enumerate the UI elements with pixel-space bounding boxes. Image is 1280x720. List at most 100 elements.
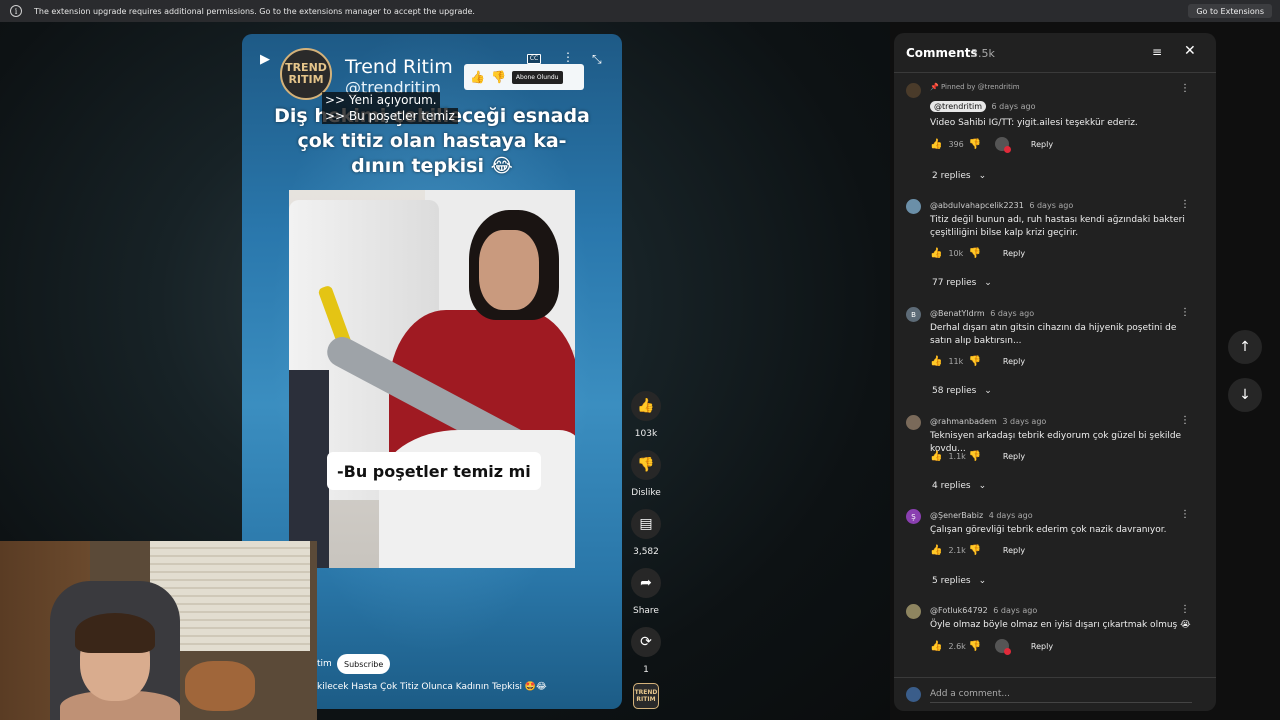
next-short-button[interactable]: ↓ bbox=[1228, 378, 1262, 412]
replies-toggle[interactable]: 4 replies ⌄ bbox=[932, 481, 986, 491]
reply-button[interactable]: Reply bbox=[1003, 546, 1025, 555]
thumb-down-icon[interactable]: 👎 bbox=[631, 450, 661, 480]
comments-scrollbar[interactable] bbox=[1206, 75, 1212, 675]
reply-button[interactable]: Reply bbox=[1003, 249, 1025, 258]
pinned-text: Pinned by @trendritim bbox=[940, 83, 1020, 91]
reply-button[interactable]: Reply bbox=[1031, 642, 1053, 651]
like-icon[interactable]: 👍 bbox=[930, 641, 942, 652]
share-action[interactable]: ➦ Share bbox=[630, 568, 662, 616]
comment-author[interactable]: @abdulvahapcelik2231 bbox=[930, 201, 1024, 210]
comment-time[interactable]: 6 days ago bbox=[1029, 201, 1073, 210]
remix-icon[interactable]: ⟳ bbox=[631, 627, 661, 657]
close-icon[interactable]: ✕ bbox=[1184, 43, 1196, 59]
channel-name[interactable]: tim bbox=[317, 659, 332, 669]
comment-time[interactable]: 3 days ago bbox=[1002, 417, 1046, 426]
avatar[interactable] bbox=[906, 415, 921, 430]
reply-button[interactable]: Reply bbox=[1031, 140, 1053, 149]
comment-author[interactable]: @Fotluk64792 bbox=[930, 606, 988, 615]
more-options-icon[interactable]: ⋮ bbox=[562, 50, 574, 64]
replies-count[interactable]: 5 replies bbox=[932, 576, 971, 586]
go-to-extensions-button[interactable]: Go to Extensions bbox=[1188, 4, 1272, 18]
webcam-overlay bbox=[0, 541, 317, 720]
chevron-down-icon[interactable]: ⌄ bbox=[984, 386, 992, 396]
comment-author[interactable]: @trendritim bbox=[930, 101, 986, 112]
dislike-icon[interactable]: 👎 bbox=[968, 139, 980, 150]
dislike-action[interactable]: 👎 Dislike bbox=[630, 450, 662, 498]
comment-meta: @rahmanbadem 3 days ago bbox=[930, 417, 1046, 426]
dislike-icon[interactable]: 👎 bbox=[968, 248, 980, 259]
like-icon[interactable]: 👍 bbox=[930, 451, 942, 462]
dislike-icon[interactable]: 👎 bbox=[968, 356, 980, 367]
captions-button[interactable]: CC bbox=[527, 54, 541, 64]
dislike-icon[interactable]: 👎 bbox=[968, 451, 980, 462]
like-count: 2.6k bbox=[948, 641, 966, 651]
comment-author[interactable]: @rahmanbadem bbox=[930, 417, 997, 426]
video-frame-image bbox=[289, 190, 575, 568]
comment-meta: @trendritim 6 days ago bbox=[930, 101, 1035, 112]
comment-text: Titiz değil bunun adı, ruh hastası kendi… bbox=[930, 215, 1185, 238]
like-action[interactable]: 👍 103k bbox=[630, 391, 662, 439]
avatar[interactable] bbox=[906, 199, 921, 214]
previous-short-button[interactable]: ↑ bbox=[1228, 330, 1262, 364]
comment-time[interactable]: 4 days ago bbox=[989, 511, 1033, 520]
comment-icon[interactable]: ▤ bbox=[631, 509, 661, 539]
comment-menu-icon[interactable]: ⋮ bbox=[1180, 604, 1190, 615]
add-comment-input[interactable]: Add a comment... bbox=[930, 689, 1192, 703]
comment-menu-icon[interactable]: ⋮ bbox=[1180, 307, 1190, 318]
comment-time[interactable]: 6 days ago bbox=[993, 606, 1037, 615]
avatar[interactable]: Ş bbox=[906, 509, 921, 524]
like-icon[interactable]: 👍 bbox=[930, 139, 942, 150]
chevron-down-icon[interactable]: ⌄ bbox=[979, 576, 987, 586]
reply-button[interactable]: Reply bbox=[1003, 452, 1025, 461]
dislike-icon[interactable]: 👎 bbox=[968, 641, 980, 652]
comment-menu-icon[interactable]: ⋮ bbox=[1180, 83, 1190, 94]
cam-guitar bbox=[185, 661, 255, 711]
comment-actions: 👍 2.6k 👎 Reply bbox=[930, 639, 1053, 655]
replies-toggle[interactable]: 5 replies ⌄ bbox=[932, 576, 986, 586]
like-count: 1.1k bbox=[948, 451, 966, 461]
like-icon[interactable]: 👍 bbox=[930, 356, 942, 367]
replies-count[interactable]: 2 replies bbox=[932, 171, 971, 181]
replies-count[interactable]: 58 replies bbox=[932, 386, 976, 396]
arrow-up-icon: ↑ bbox=[1239, 339, 1251, 355]
comment-author[interactable]: @BenatYldrm bbox=[930, 309, 985, 318]
share-icon[interactable]: ➦ bbox=[631, 568, 661, 598]
comments-action[interactable]: ▤ 3,582 bbox=[630, 509, 662, 557]
comment-menu-icon[interactable]: ⋮ bbox=[1180, 415, 1190, 426]
reply-button[interactable]: Reply bbox=[1003, 357, 1025, 366]
replies-count[interactable]: 4 replies bbox=[932, 481, 971, 491]
thumb-up-icon[interactable]: 👍 bbox=[631, 391, 661, 421]
comments-header: Comments 3.5k ≡ ✕ bbox=[894, 33, 1216, 73]
chevron-down-icon[interactable]: ⌄ bbox=[979, 481, 987, 491]
chevron-down-icon[interactable]: ⌄ bbox=[984, 278, 992, 288]
overlay-thumb-up-icon: 👍 bbox=[470, 70, 485, 84]
replies-toggle[interactable]: 77 replies ⌄ bbox=[932, 278, 992, 288]
comment-author[interactable]: @ŞenerBabiz bbox=[930, 511, 983, 520]
avatar[interactable]: B bbox=[906, 307, 921, 322]
replies-toggle[interactable]: 2 replies ⌄ bbox=[932, 171, 986, 181]
scene-shadow bbox=[289, 370, 329, 568]
avatar[interactable] bbox=[906, 604, 921, 619]
comment-text: Öyle olmaz böyle olmaz en iyisi dışarı ç… bbox=[930, 620, 1191, 630]
channel-avatar[interactable]: TREND RITIM bbox=[633, 683, 659, 709]
comment-time[interactable]: 6 days ago bbox=[992, 102, 1036, 111]
chevron-down-icon[interactable]: ⌄ bbox=[979, 171, 987, 181]
subscribe-button[interactable]: Subscribe bbox=[337, 654, 391, 674]
replies-toggle[interactable]: 58 replies ⌄ bbox=[932, 386, 992, 396]
avatar[interactable] bbox=[906, 83, 921, 98]
collapse-icon[interactable]: ⤡ bbox=[592, 52, 602, 67]
remix-action[interactable]: ⟳ 1 bbox=[630, 627, 662, 675]
like-icon[interactable]: 👍 bbox=[930, 545, 942, 556]
like-count: 2.1k bbox=[948, 545, 966, 555]
banner-text: The extension upgrade requires additiona… bbox=[34, 6, 475, 16]
comment-menu-icon[interactable]: ⋮ bbox=[1180, 199, 1190, 210]
dislike-icon[interactable]: 👎 bbox=[968, 545, 980, 556]
comment-menu-icon[interactable]: ⋮ bbox=[1180, 509, 1190, 520]
replies-count[interactable]: 77 replies bbox=[932, 278, 976, 288]
sort-icon[interactable]: ≡ bbox=[1152, 45, 1162, 59]
comment-time[interactable]: 6 days ago bbox=[990, 309, 1034, 318]
like-icon[interactable]: 👍 bbox=[930, 248, 942, 259]
comment-actions: 👍 396 👎 Reply bbox=[930, 137, 1053, 153]
video-description[interactable]: kilecek Hasta Çok Titiz Olunca Kadının T… bbox=[317, 682, 547, 692]
play-icon[interactable]: ▶ bbox=[260, 52, 276, 68]
